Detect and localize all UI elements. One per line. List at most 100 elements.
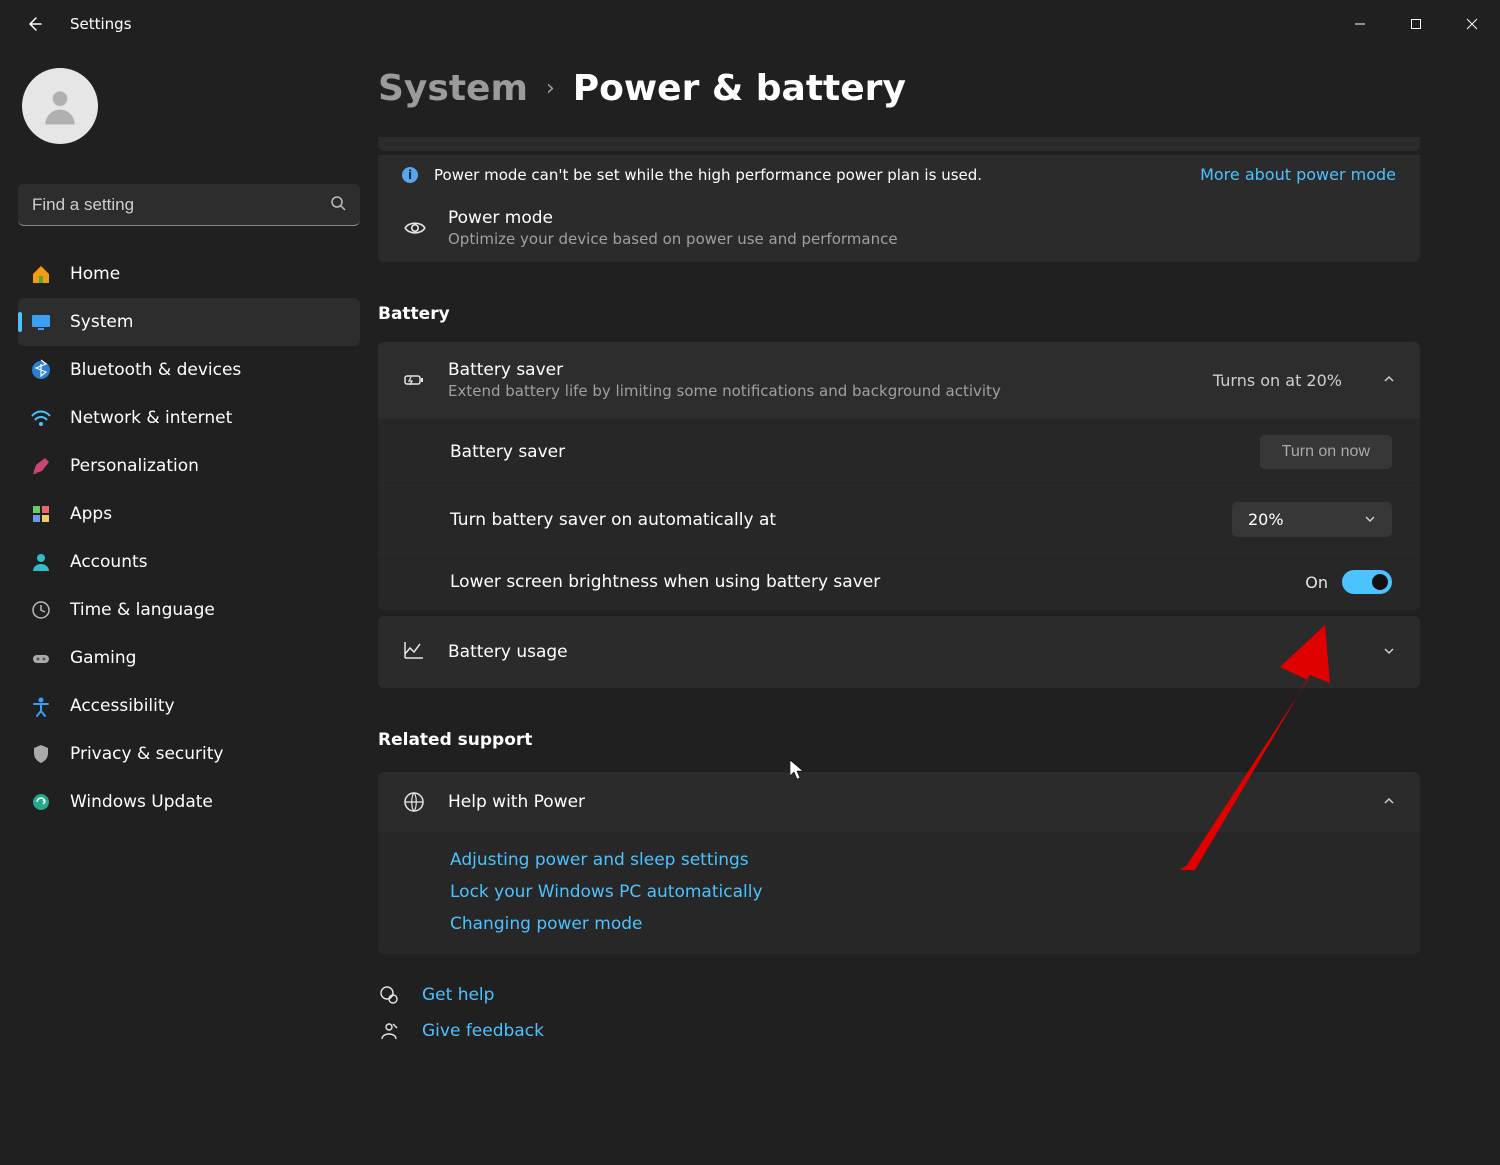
battery-saver-card: Battery saver Extend battery life by lim… — [378, 342, 1420, 610]
auto-threshold-row: Turn battery saver on automatically at 2… — [378, 485, 1420, 553]
help-link-1[interactable]: Adjusting power and sleep settings — [450, 850, 1392, 870]
sidebar-item-apps[interactable]: Apps — [18, 490, 360, 538]
get-help-link[interactable]: Get help — [378, 984, 1420, 1006]
chevron-up-icon — [1382, 371, 1396, 390]
help-links: Adjusting power and sleep settings Lock … — [378, 832, 1420, 954]
chevron-down-icon — [1382, 643, 1396, 662]
sidebar-item-gaming[interactable]: Gaming — [18, 634, 360, 682]
battery-section-title: Battery — [378, 304, 1420, 324]
battery-saver-title: Battery saver — [448, 360, 1001, 380]
sidebar-item-label: System — [70, 312, 133, 332]
get-help-label: Get help — [422, 985, 494, 1005]
help-card: Help with Power Adjusting power and slee… — [378, 772, 1420, 954]
search-box[interactable] — [18, 184, 360, 226]
gaming-icon — [30, 647, 52, 669]
network-icon — [30, 407, 52, 429]
sidebar-item-bluetooth[interactable]: Bluetooth & devices — [18, 346, 360, 394]
sidebar-item-time-language[interactable]: Time & language — [18, 586, 360, 634]
maximize-button[interactable] — [1388, 0, 1444, 48]
sidebar-item-accounts[interactable]: Accounts — [18, 538, 360, 586]
sidebar-item-home[interactable]: Home — [18, 250, 360, 298]
battery-saver-header[interactable]: Battery saver Extend battery life by lim… — [378, 342, 1420, 418]
window-title: Settings — [70, 15, 132, 33]
main-content: System › Power & battery i Power mode ca… — [378, 48, 1500, 1165]
collapsed-card-stub — [378, 137, 1420, 151]
time-language-icon — [30, 599, 52, 621]
personalization-icon — [30, 455, 52, 477]
sidebar: Home System Bluetooth & devices Network … — [0, 48, 378, 1165]
battery-saver-subtitle: Extend battery life by limiting some not… — [448, 382, 1001, 400]
battery-usage-icon — [402, 638, 426, 666]
toggle-knob — [1372, 574, 1388, 590]
update-icon — [30, 791, 52, 813]
related-section-title: Related support — [378, 730, 1420, 750]
breadcrumb-parent[interactable]: System — [378, 68, 528, 109]
sidebar-item-label: Accessibility — [70, 696, 175, 716]
minimize-button[interactable] — [1332, 0, 1388, 48]
avatar[interactable] — [22, 68, 98, 144]
feedback-link[interactable]: Give feedback — [378, 1020, 1420, 1042]
battery-saver-icon — [402, 368, 426, 392]
bluetooth-icon — [30, 359, 52, 381]
help-header[interactable]: Help with Power — [378, 772, 1420, 832]
power-mode-title: Power mode — [448, 208, 898, 228]
info-link[interactable]: More about power mode — [1200, 165, 1396, 184]
battery-usage-row[interactable]: Battery usage — [378, 616, 1420, 688]
chevron-right-icon: › — [546, 76, 555, 101]
chevron-down-icon — [1364, 510, 1376, 529]
accounts-icon — [30, 551, 52, 573]
sidebar-item-label: Network & internet — [70, 408, 232, 428]
sidebar-item-privacy[interactable]: Privacy & security — [18, 730, 360, 778]
battery-usage-label: Battery usage — [448, 642, 568, 662]
auto-threshold-select[interactable]: 20% — [1232, 502, 1392, 537]
sidebar-item-label: Apps — [70, 504, 112, 524]
lower-brightness-state: On — [1305, 573, 1328, 592]
chevron-up-icon — [1382, 793, 1396, 812]
turn-on-now-button[interactable]: Turn on now — [1260, 435, 1392, 469]
sidebar-item-network[interactable]: Network & internet — [18, 394, 360, 442]
power-mode-subtitle: Optimize your device based on power use … — [448, 230, 898, 248]
close-button[interactable] — [1444, 0, 1500, 48]
feedback-icon — [378, 1020, 400, 1042]
sidebar-item-personalization[interactable]: Personalization — [18, 442, 360, 490]
nav: Home System Bluetooth & devices Network … — [18, 250, 360, 826]
auto-threshold-label: Turn battery saver on automatically at — [450, 510, 776, 530]
info-banner: i Power mode can't be set while the high… — [378, 155, 1420, 194]
sidebar-item-accessibility[interactable]: Accessibility — [18, 682, 360, 730]
footer-links: Get help Give feedback — [378, 984, 1420, 1042]
back-button[interactable] — [20, 10, 48, 38]
sidebar-item-system[interactable]: System — [18, 298, 360, 346]
privacy-icon — [30, 743, 52, 765]
sidebar-item-label: Personalization — [70, 456, 199, 476]
help-link-2[interactable]: Lock your Windows PC automatically — [450, 882, 1392, 902]
help-icon — [402, 790, 426, 814]
auto-threshold-value: 20% — [1248, 510, 1284, 529]
sidebar-item-windows-update[interactable]: Windows Update — [18, 778, 360, 826]
info-icon: i — [402, 167, 418, 183]
power-mode-row: Power mode Optimize your device based on… — [378, 194, 1420, 262]
sidebar-item-label: Accounts — [70, 552, 148, 572]
get-help-icon — [378, 984, 400, 1006]
sidebar-item-label: Home — [70, 264, 120, 284]
lower-brightness-row: Lower screen brightness when using batte… — [378, 553, 1420, 610]
accessibility-icon — [30, 695, 52, 717]
lower-brightness-label: Lower screen brightness when using batte… — [450, 572, 880, 592]
sidebar-item-label: Privacy & security — [70, 744, 224, 764]
system-icon — [30, 311, 52, 333]
title-bar: Settings — [0, 0, 1500, 48]
apps-icon — [30, 503, 52, 525]
help-link-3[interactable]: Changing power mode — [450, 914, 1392, 934]
breadcrumb-current: Power & battery — [573, 68, 906, 109]
feedback-label: Give feedback — [422, 1021, 544, 1041]
battery-saver-toggle-row: Battery saver Turn on now — [378, 418, 1420, 485]
search-input[interactable] — [32, 195, 330, 215]
sidebar-item-label: Time & language — [70, 600, 215, 620]
sidebar-item-label: Windows Update — [70, 792, 213, 812]
battery-saver-label: Battery saver — [450, 442, 565, 462]
powermode-icon — [402, 215, 428, 241]
battery-saver-status: Turns on at 20% — [1213, 371, 1342, 390]
home-icon — [30, 263, 52, 285]
breadcrumb: System › Power & battery — [378, 68, 1420, 109]
info-text: Power mode can't be set while the high p… — [434, 166, 982, 184]
lower-brightness-toggle[interactable] — [1342, 570, 1392, 594]
